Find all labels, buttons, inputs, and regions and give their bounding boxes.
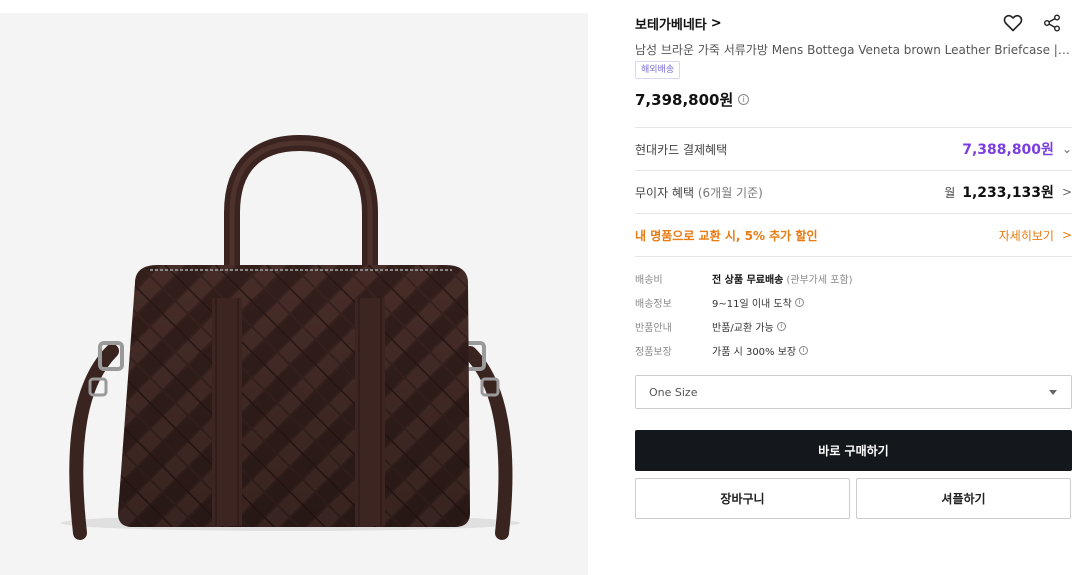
info-icon[interactable]: i xyxy=(794,297,804,307)
chevron-down-icon: ⌄ xyxy=(1061,142,1072,156)
return-info-row: 반품안내 반품/교환 가능 i xyxy=(635,318,786,334)
info-icon[interactable]: i xyxy=(738,94,750,105)
trade-in-detail-link[interactable]: 자세히보기 xyxy=(999,227,1054,244)
share-icon xyxy=(1044,14,1060,32)
installment-price: 1,233,133원 xyxy=(962,185,1054,201)
info-icon[interactable]: i xyxy=(799,345,809,355)
overseas-shipping-badge: 해외배송 xyxy=(635,61,681,79)
chevron-right-icon: > xyxy=(1061,228,1072,242)
size-select[interactable]: One Size xyxy=(635,375,1072,409)
shipping-fee-value: 전 상품 무료배송 xyxy=(712,274,784,286)
delivery-info-value: 9~11일 이내 도착 xyxy=(712,298,792,310)
info-icon[interactable]: i xyxy=(776,321,786,331)
shipping-info: 배송비 전 상품 무료배송 (관부가세 포함) 배송정보 9~11일 이내 도착… xyxy=(635,256,1072,366)
share-button[interactable] xyxy=(1040,12,1064,34)
installment-note: (6개월 기준) xyxy=(697,185,763,200)
brand-row: 보테가베네타 > xyxy=(635,12,1072,34)
installment-label: 무이자 혜택 xyxy=(635,185,695,200)
return-info-value: 반품/교환 가능 xyxy=(712,322,774,334)
buy-now-button[interactable]: 바로 구매하기 xyxy=(635,430,1072,471)
authenticity-value: 가품 시 300% 보장 xyxy=(712,346,797,358)
shipping-fee-row: 배송비 전 상품 무료배송 (관부가세 포함) xyxy=(635,270,853,286)
wishlist-button[interactable] xyxy=(1001,12,1025,34)
return-info-label: 반품안내 xyxy=(635,322,672,334)
installment-unit: 월 xyxy=(944,186,956,200)
delivery-info-label: 배송정보 xyxy=(635,298,672,310)
trade-in-text: 내 명품으로 교환 시, 5% 추가 할인 xyxy=(635,228,818,243)
product-info-panel: 보테가베네타 > 남성 브라운 가죽 서류가방 Mens Bottega Ven… xyxy=(635,0,1072,575)
size-select-value: One Size xyxy=(649,385,698,399)
chevron-right-icon: > xyxy=(710,16,722,31)
price-row: 7,398,800원 i xyxy=(635,89,750,110)
product-price: 7,398,800원 xyxy=(635,91,734,109)
shipping-fee-label: 배송비 xyxy=(635,274,663,286)
add-to-cart-button[interactable]: 장바구니 xyxy=(635,478,850,519)
installment-row[interactable]: 무이자 혜택 (6개월 기준) 월 1,233,133원 > xyxy=(635,170,1072,213)
card-benefit-price: 7,388,800원 xyxy=(962,142,1054,158)
heart-icon xyxy=(1003,14,1023,32)
authenticity-label: 정품보장 xyxy=(635,346,672,358)
shipping-fee-note: (관부가세 포함) xyxy=(786,274,853,286)
shuffle-button[interactable]: 셔플하기 xyxy=(856,478,1071,519)
chevron-right-icon: > xyxy=(1061,185,1072,199)
trade-in-row[interactable]: 내 명품으로 교환 시, 5% 추가 할인 자세히보기 > xyxy=(635,213,1072,256)
card-benefit-label: 현대카드 결제혜택 xyxy=(635,142,728,157)
delivery-info-row: 배송정보 9~11일 이내 도착 i xyxy=(635,294,804,310)
brand-name: 보테가베네타 xyxy=(635,18,707,33)
brand-link[interactable]: 보테가베네타 > xyxy=(635,14,722,33)
product-title: 남성 브라운 가죽 서류가방 Mens Bottega Veneta brown… xyxy=(635,43,1072,57)
caret-down-icon xyxy=(1049,390,1057,395)
product-image xyxy=(0,13,588,575)
authenticity-row: 정품보장 가품 시 300% 보장 i xyxy=(635,342,809,358)
briefcase-image xyxy=(60,134,520,540)
card-benefit-row[interactable]: 현대카드 결제혜택 7,388,800원 ⌄ xyxy=(635,127,1072,170)
